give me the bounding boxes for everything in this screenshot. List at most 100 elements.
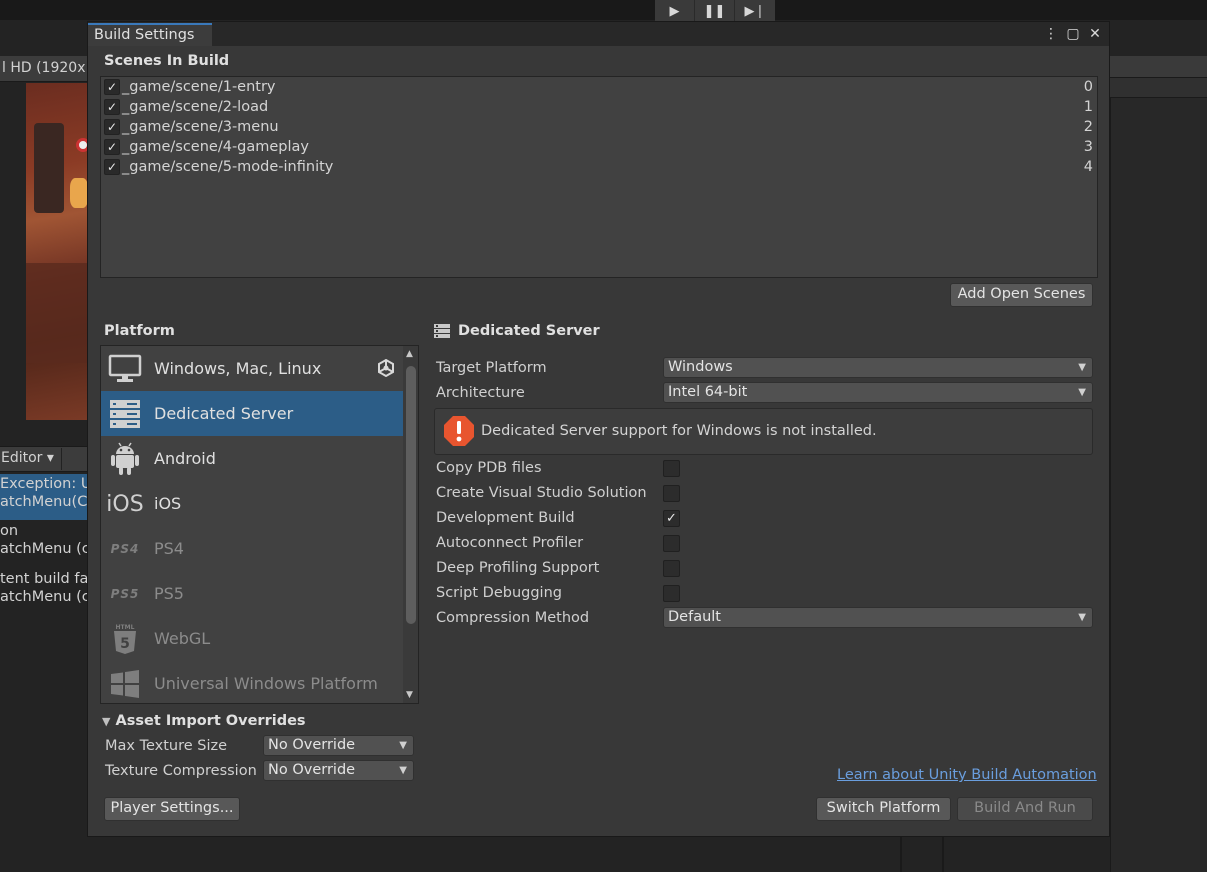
platform-item-dedicated-server[interactable]: Dedicated Server xyxy=(101,391,403,436)
scene-index: 1 xyxy=(1083,99,1093,115)
scroll-down-icon[interactable]: ▼ xyxy=(406,690,413,700)
scene-name: _game/scene/3-menu xyxy=(122,119,279,135)
switch-platform-button[interactable]: Switch Platform xyxy=(816,797,951,821)
editor-toolbar xyxy=(0,0,1207,20)
scene-name: _game/scene/4-gameplay xyxy=(122,139,310,155)
server-icon xyxy=(107,397,143,431)
console-line: atchMenu (c xyxy=(0,589,88,605)
max-texture-size-dropdown[interactable]: No Override ▼ xyxy=(263,735,414,756)
console-line: Exception: U xyxy=(0,476,88,492)
scene-name: _game/scene/5-mode-infinity xyxy=(122,159,334,175)
create-vs-solution-checkbox[interactable] xyxy=(663,485,680,502)
texture-compression-label: Texture Compression xyxy=(105,763,257,779)
player-settings-button[interactable]: Player Settings... xyxy=(104,797,240,821)
learn-build-automation-link[interactable]: Learn about Unity Build Automation xyxy=(837,767,1097,783)
windows-logo-icon xyxy=(107,667,143,701)
close-icon[interactable]: ✕ xyxy=(1087,24,1103,44)
autoconnect-profiler-checkbox[interactable] xyxy=(663,535,680,552)
platform-item-ps5[interactable]: PS5 PS5 xyxy=(101,571,403,616)
create-vs-solution-label: Create Visual Studio Solution xyxy=(436,485,647,501)
architecture-label: Architecture xyxy=(436,385,525,401)
platform-item-webgl[interactable]: HTML 5 WebGL xyxy=(101,616,403,661)
inspector-panel xyxy=(1110,56,1207,872)
console-line: on xyxy=(0,523,19,539)
scene-checkbox[interactable]: ✓ xyxy=(104,159,120,175)
scene-index: 2 xyxy=(1083,119,1093,135)
ps4-icon: PS4 xyxy=(110,542,140,556)
chevron-down-icon: ▼ xyxy=(399,740,407,751)
deep-profiling-label: Deep Profiling Support xyxy=(436,560,600,576)
game-view xyxy=(26,83,90,420)
platform-label: Windows, Mac, Linux xyxy=(154,359,322,378)
console-line: atchMenu (c xyxy=(0,541,88,557)
scene-row[interactable]: ✓ _game/scene/4-gameplay 3 xyxy=(101,137,1097,157)
svg-text:5: 5 xyxy=(120,636,130,652)
asset-import-overrides-foldout[interactable]: ▼ Asset Import Overrides xyxy=(102,713,306,729)
play-button[interactable]: ▶ xyxy=(655,0,695,22)
svg-text:HTML: HTML xyxy=(116,624,135,631)
target-platform-dropdown[interactable]: Windows ▼ xyxy=(663,357,1093,378)
chevron-down-icon: ▼ xyxy=(1078,362,1086,373)
scene-checkbox[interactable]: ✓ xyxy=(104,99,120,115)
compression-method-label: Compression Method xyxy=(436,610,590,626)
step-button[interactable]: ▶❘ xyxy=(735,0,775,22)
scroll-thumb[interactable] xyxy=(406,366,416,624)
platform-scrollbar[interactable]: ▲ ▼ xyxy=(403,346,418,703)
platform-item-windows-mac-linux[interactable]: Windows, Mac, Linux xyxy=(101,346,403,391)
development-build-label: Development Build xyxy=(436,510,575,526)
foldout-arrow-icon: ▼ xyxy=(102,715,111,728)
pause-button[interactable]: ❚❚ xyxy=(695,0,735,22)
platform-item-uwp[interactable]: Universal Windows Platform xyxy=(101,661,403,703)
scene-row[interactable]: ✓ _game/scene/2-load 1 xyxy=(101,97,1097,117)
script-debugging-label: Script Debugging xyxy=(436,585,562,601)
platform-item-ios[interactable]: iOS iOS xyxy=(101,481,403,526)
play-controls: ▶ ❚❚ ▶❘ xyxy=(655,0,775,22)
platform-label: iOS xyxy=(154,494,182,513)
maximize-icon[interactable]: ▢ xyxy=(1065,24,1081,44)
texture-compression-dropdown[interactable]: No Override ▼ xyxy=(263,760,414,781)
scene-checkbox[interactable]: ✓ xyxy=(104,139,120,155)
monitor-icon xyxy=(107,352,143,386)
scene-row[interactable]: ✓ _game/scene/1-entry 0 xyxy=(101,77,1097,97)
ps5-icon: PS5 xyxy=(110,587,140,601)
console-line: tent build fa xyxy=(0,571,88,587)
target-platform-label: Target Platform xyxy=(436,360,547,376)
error-icon xyxy=(443,415,475,447)
platform-item-android[interactable]: Android xyxy=(101,436,403,481)
autoconnect-profiler-label: Autoconnect Profiler xyxy=(436,535,584,551)
editor-dropdown[interactable]: Editor ▾ xyxy=(1,450,54,466)
scene-checkbox[interactable]: ✓ xyxy=(104,119,120,135)
more-options-icon[interactable]: ⋮ xyxy=(1043,24,1059,44)
window-titlebar: Build Settings ⋮ ▢ ✕ xyxy=(88,22,1109,46)
platform-label: PS4 xyxy=(154,539,184,558)
platform-label: Dedicated Server xyxy=(154,404,294,423)
chevron-down-icon: ▼ xyxy=(399,765,407,776)
scene-row[interactable]: ✓ _game/scene/3-menu 2 xyxy=(101,117,1097,137)
scene-name: _game/scene/1-entry xyxy=(122,79,276,95)
script-debugging-checkbox[interactable] xyxy=(663,585,680,602)
window-tab[interactable]: Build Settings xyxy=(88,23,212,46)
html5-icon: HTML 5 xyxy=(107,622,143,656)
platform-header: Platform xyxy=(104,323,175,339)
deep-profiling-checkbox[interactable] xyxy=(663,560,680,577)
compression-method-dropdown[interactable]: Default ▼ xyxy=(663,607,1093,628)
scenes-header: Scenes In Build xyxy=(104,53,230,69)
scene-checkbox[interactable]: ✓ xyxy=(104,79,120,95)
copy-pdb-label: Copy PDB files xyxy=(436,460,542,476)
scroll-up-icon[interactable]: ▲ xyxy=(406,349,413,359)
settings-header: Dedicated Server xyxy=(458,323,600,339)
platform-list[interactable]: Windows, Mac, Linux Dedicated Server And… xyxy=(100,345,419,704)
scene-row[interactable]: ✓ _game/scene/5-mode-infinity 4 xyxy=(101,157,1097,177)
platform-item-ps4[interactable]: PS4 PS4 xyxy=(101,526,403,571)
architecture-dropdown[interactable]: Intel 64-bit ▼ xyxy=(663,382,1093,403)
add-open-scenes-button[interactable]: Add Open Scenes xyxy=(950,283,1093,307)
copy-pdb-checkbox[interactable] xyxy=(663,460,680,477)
server-icon xyxy=(434,324,450,338)
development-build-checkbox[interactable]: ✓ xyxy=(663,510,680,527)
resolution-dropdown[interactable]: l HD (1920x1 xyxy=(2,60,88,76)
scenes-list[interactable]: ✓ _game/scene/1-entry 0 ✓ _game/scene/2-… xyxy=(100,76,1098,278)
ios-icon: iOS xyxy=(106,491,144,517)
platform-label: Universal Windows Platform xyxy=(154,674,378,693)
platform-label: Android xyxy=(154,449,216,468)
build-and-run-button[interactable]: Build And Run xyxy=(957,797,1093,821)
